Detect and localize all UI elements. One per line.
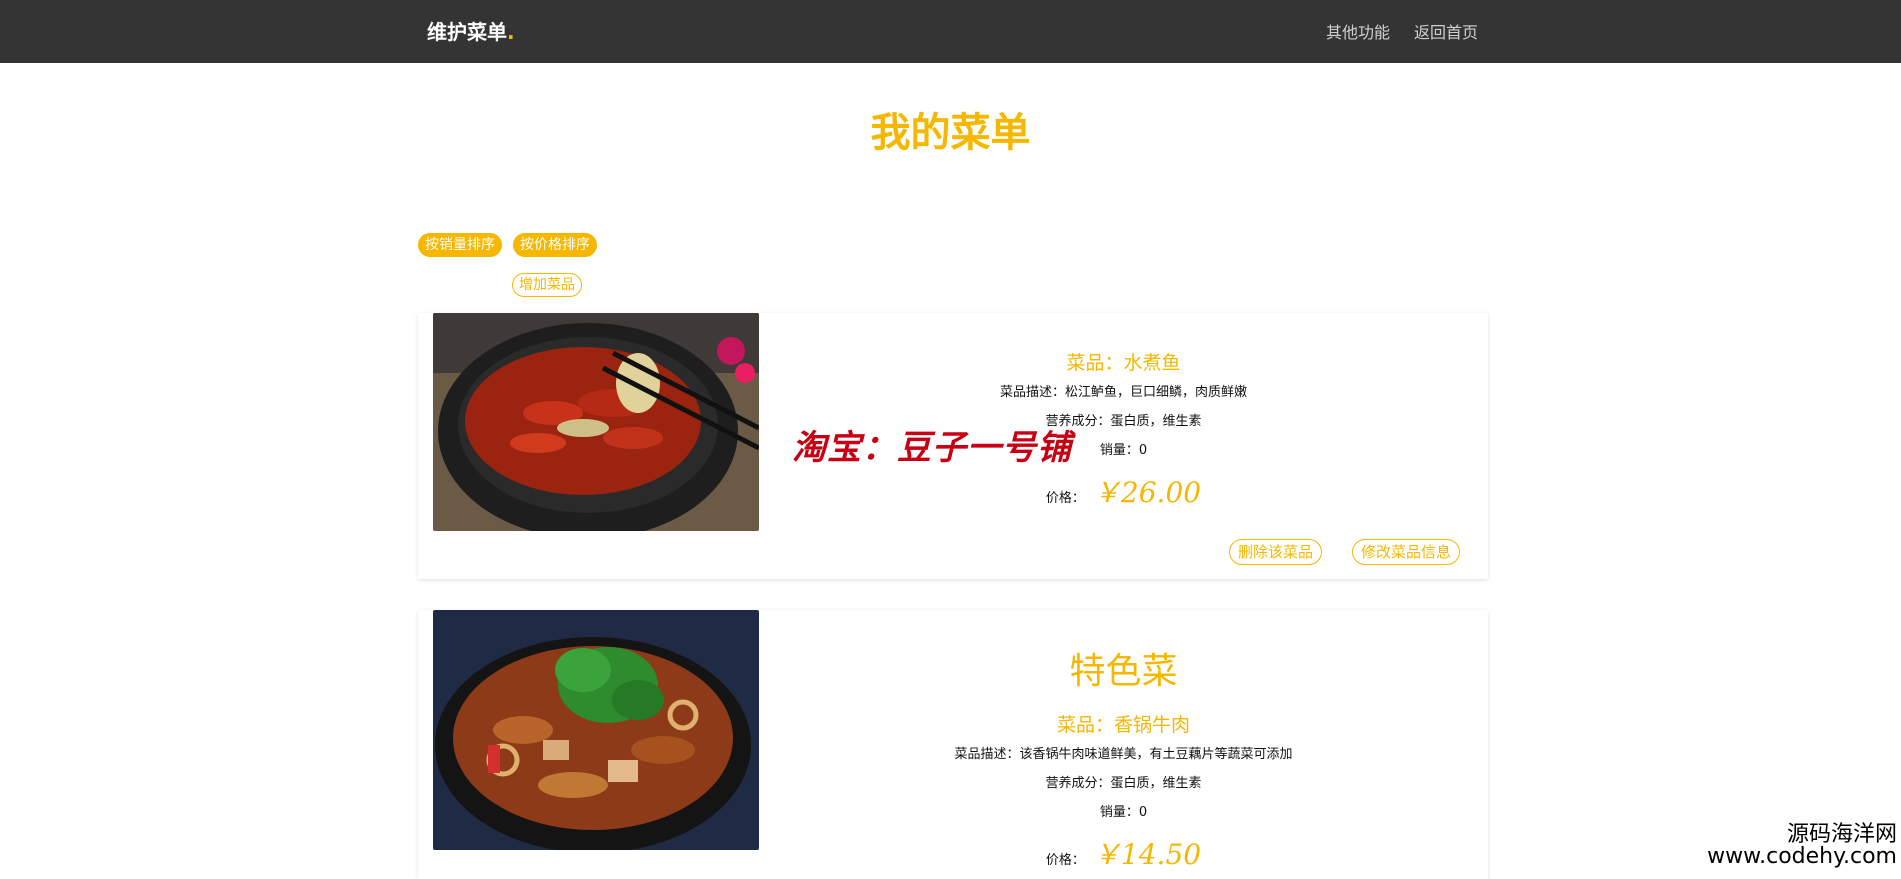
dish-photo-beef-pot xyxy=(433,610,759,850)
dish-description: 菜品描述：松江鲈鱼，巨口细鳞，肉质鲜嫩 xyxy=(999,385,1247,400)
sort-by-price-button[interactable]: 按价格排序 xyxy=(513,233,597,257)
dish-photo-boiled-fish xyxy=(433,313,759,531)
dish-card: 特色菜 菜品：香锅牛肉 菜品描述：该香锅牛肉味道鲜美，有土豆藕片等蔬菜可添加 营… xyxy=(418,610,1488,879)
corner-watermark: 源码海洋网 www.codehy.com xyxy=(1707,824,1897,868)
price-row: 价格： ￥26.00 xyxy=(759,471,1488,511)
dish-price: ￥14.50 xyxy=(1092,838,1202,871)
nav-link-other-functions[interactable]: 其他功能 xyxy=(1326,19,1390,43)
dish-name: 菜品：水煮鱼 xyxy=(1066,352,1181,374)
price-label: 价格： xyxy=(1045,853,1085,868)
top-navbar: 维护菜单. 其他功能 返回首页 xyxy=(0,0,1901,63)
sort-by-sales-button[interactable]: 按销量排序 xyxy=(418,233,502,257)
brand-text: 维护菜单 xyxy=(427,20,507,44)
page-title: 我的菜单 xyxy=(870,110,1031,156)
edit-dish-button[interactable]: 修改菜品信息 xyxy=(1352,539,1461,565)
corner-watermark-url: www.codehy.com xyxy=(1707,844,1897,869)
price-row: 价格： ￥14.50 xyxy=(759,833,1488,873)
price-label: 价格： xyxy=(1045,491,1085,506)
nav-links: 其他功能 返回首页 xyxy=(1326,19,1478,43)
dish-name: 菜品：香锅牛肉 xyxy=(1056,714,1190,736)
corner-watermark-cn: 源码海洋网 xyxy=(1786,822,1897,847)
dish-description: 菜品描述：该香锅牛肉味道鲜美，有土豆藕片等蔬菜可添加 xyxy=(954,747,1293,762)
watermark-text: 淘宝：豆子一号铺 xyxy=(792,428,1072,468)
special-dish-label: 特色菜 xyxy=(1069,651,1178,692)
brand-logo[interactable]: 维护菜单. xyxy=(427,16,515,45)
add-dish-button[interactable]: 增加菜品 xyxy=(512,273,582,297)
dish-nutrition: 营养成分：蛋白质，维生素 xyxy=(1045,776,1202,791)
dish-price: ￥26.00 xyxy=(1092,476,1202,509)
dish-sales: 销量：0 xyxy=(1099,805,1148,820)
delete-dish-button[interactable]: 删除该菜品 xyxy=(1229,539,1323,565)
nav-link-back-home[interactable]: 返回首页 xyxy=(1414,19,1478,43)
dish-info: 特色菜 菜品：香锅牛肉 菜品描述：该香锅牛肉味道鲜美，有土豆藕片等蔬菜可添加 营… xyxy=(759,648,1488,873)
brand-dot: . xyxy=(507,20,515,44)
